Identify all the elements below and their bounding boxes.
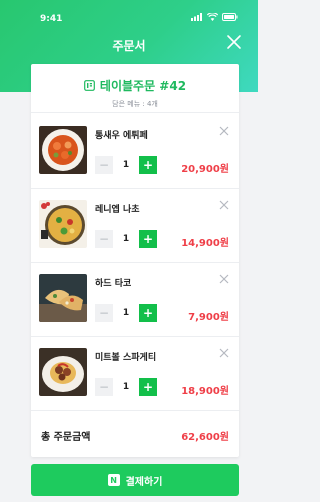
- quantity-stepper: − 1 +: [95, 156, 157, 174]
- order-title: 테이블주문 #42: [99, 79, 187, 93]
- remove-icon[interactable]: [219, 200, 229, 210]
- item-price: 14,900원: [181, 238, 229, 249]
- quantity-stepper: − 1 +: [95, 230, 157, 248]
- quantity-stepper: − 1 +: [95, 304, 157, 322]
- food-image: [39, 274, 87, 322]
- total-label: 총 주문금액: [41, 432, 91, 443]
- decrease-button[interactable]: −: [95, 156, 113, 174]
- quantity-value: 1: [122, 382, 130, 392]
- divider: [31, 188, 239, 189]
- decrease-button[interactable]: −: [95, 378, 113, 396]
- item-price: 20,900원: [181, 164, 229, 175]
- order-header: 테이블주문 #42 담은 메뉴 : 4개: [31, 76, 239, 109]
- increase-button[interactable]: +: [139, 304, 157, 322]
- increase-button[interactable]: +: [139, 230, 157, 248]
- item-name: 통새우 에튀페: [95, 131, 148, 141]
- pay-button-label: 결제하기: [125, 476, 163, 488]
- quantity-value: 1: [122, 160, 130, 170]
- wifi-icon: [207, 13, 218, 21]
- total-amount: 62,600원: [181, 432, 229, 443]
- divider: [31, 410, 239, 411]
- pay-button[interactable]: N 결제하기: [31, 464, 239, 496]
- item-name: 레니엡 나초: [95, 205, 140, 215]
- food-image: [39, 126, 87, 174]
- item-name: 하드 타코: [95, 279, 132, 289]
- food-image: [39, 348, 87, 396]
- decrease-button[interactable]: −: [95, 304, 113, 322]
- decrease-button[interactable]: −: [95, 230, 113, 248]
- item-name: 미트볼 스파게티: [95, 353, 157, 363]
- increase-button[interactable]: +: [139, 156, 157, 174]
- quantity-value: 1: [122, 308, 130, 318]
- item-price: 18,900원: [181, 386, 229, 397]
- receipt-icon: [84, 80, 95, 91]
- battery-icon: [222, 13, 238, 21]
- remove-icon[interactable]: [219, 348, 229, 358]
- remove-icon[interactable]: [219, 126, 229, 136]
- quantity-stepper: − 1 +: [95, 378, 157, 396]
- order-card: 테이블주문 #42 담은 메뉴 : 4개 통새우 에튀페 − 1 + 20,90…: [31, 64, 239, 457]
- naver-pay-icon: N: [107, 474, 120, 486]
- divider: [31, 336, 239, 337]
- status-bar: 9:41: [0, 0, 258, 24]
- item-price: 7,900원: [188, 312, 229, 323]
- divider: [31, 112, 239, 113]
- increase-button[interactable]: +: [139, 378, 157, 396]
- signal-icon: [191, 13, 202, 21]
- page-title: 주문서: [112, 39, 146, 53]
- status-time: 9:41: [40, 14, 63, 24]
- close-icon[interactable]: [226, 34, 242, 50]
- quantity-value: 1: [122, 234, 130, 244]
- food-image: [39, 200, 87, 248]
- divider: [31, 262, 239, 263]
- order-subtitle: 담은 메뉴 : 4개: [112, 100, 158, 108]
- remove-icon[interactable]: [219, 274, 229, 284]
